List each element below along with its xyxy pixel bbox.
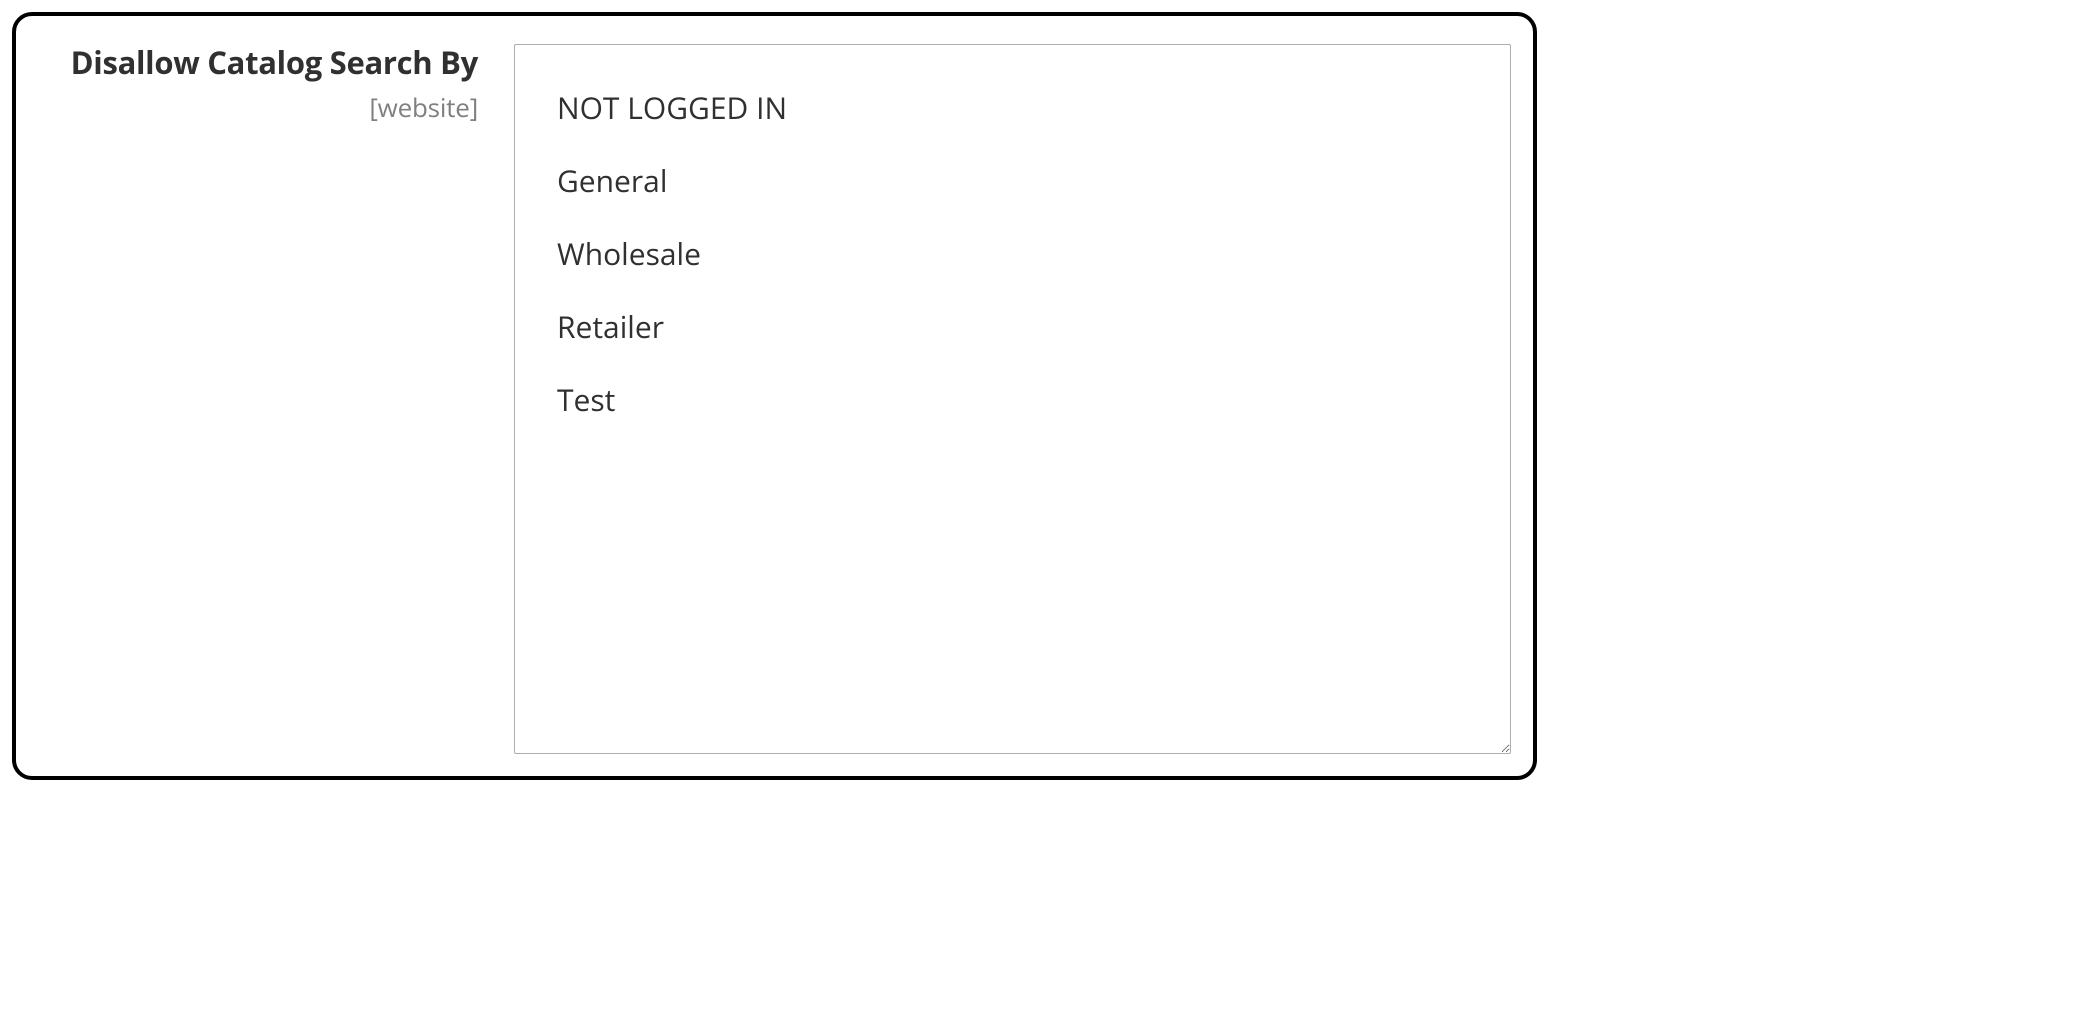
multiselect-option[interactable]: Test <box>551 363 1500 436</box>
field-label: Disallow Catalog Search By <box>38 44 478 83</box>
multiselect-option[interactable]: Wholesale <box>551 217 1500 290</box>
field-scope: [website] <box>38 89 478 125</box>
field-label-column: Disallow Catalog Search By [website] <box>38 44 478 125</box>
disallow-catalog-search-multiselect[interactable]: NOT LOGGED INGeneralWholesaleRetailerTes… <box>514 44 1511 754</box>
multiselect-option[interactable]: NOT LOGGED IN <box>551 71 1500 144</box>
field-input-column: NOT LOGGED INGeneralWholesaleRetailerTes… <box>514 44 1511 754</box>
config-field-row: Disallow Catalog Search By [website] NOT… <box>12 12 1537 780</box>
multiselect-option[interactable]: Retailer <box>551 290 1500 363</box>
multiselect-option[interactable]: General <box>551 144 1500 217</box>
